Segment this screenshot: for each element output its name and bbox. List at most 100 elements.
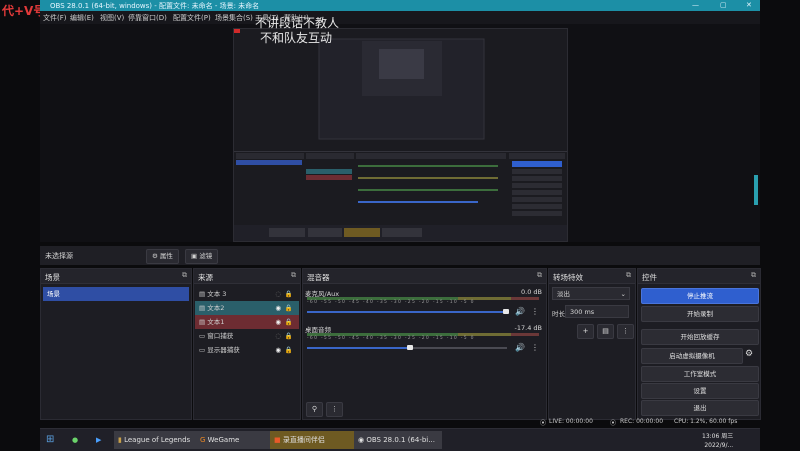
properties-button[interactable]: ⚙ 属性 (146, 249, 179, 264)
mic-volume-knob[interactable] (503, 309, 509, 314)
stop-streaming-button[interactable]: 停止推流 (641, 288, 759, 304)
gear-icon: ⚙ (152, 252, 160, 260)
eye-icon[interactable]: ◉ (275, 315, 281, 329)
desktop-volume-slider[interactable] (307, 347, 411, 349)
undock-icon[interactable]: ⧉ (291, 271, 296, 280)
chevron-down-icon: ⌄ (620, 290, 626, 298)
taskbar-live-assistant[interactable]: ■ 录直播间伴侣 (270, 431, 358, 449)
filters-label: 滤镜 (199, 252, 213, 260)
filters-button[interactable]: ▣ 滤镜 (185, 249, 219, 264)
sources-dock: 来源 ⧉ ▤ 文本 3 ◌ 🔒 ▤ 文本2 ◉ 🔒 ▤ 文本1 ◉ 🔒 ▭ 窗口捕获 ◌ 🔒 ▭ … (193, 268, 301, 420)
clock-date: 2022/9/... (704, 442, 734, 449)
scene-item[interactable]: 场景 (43, 287, 189, 301)
mixer-menu-button[interactable]: ⋮ (326, 402, 343, 417)
window-titlebar: OBS 28.0.1 (64-bit, windows) - 配置文件: 未命名… (40, 0, 760, 11)
source-item[interactable]: ▤ 文本 3 ◌ 🔒 (195, 287, 299, 301)
settings-button[interactable]: 设置 (641, 383, 759, 399)
monitor-icon: ▭ (199, 346, 208, 354)
taskbar-wegame[interactable]: G WeGame (196, 431, 274, 449)
app-icon[interactable]: ▶ (92, 431, 105, 449)
rec-time: REC: 00:00:00 (620, 418, 664, 425)
exit-button[interactable]: 退出 (641, 400, 759, 416)
start-replay-buffer-button[interactable]: 开始回放缓存 (641, 329, 759, 345)
scenes-title: 场景 (45, 273, 60, 282)
source-label: 显示器捕获 (207, 346, 240, 354)
maximize-button[interactable]: ▢ (720, 1, 727, 9)
eye-hidden-icon[interactable]: ◌ (275, 329, 281, 343)
speaker-icon[interactable]: 🔊 (515, 343, 525, 352)
more-icon[interactable]: ⋮ (531, 307, 539, 316)
taskbar-label: WeGame (207, 436, 240, 444)
source-label: 文本 3 (207, 290, 227, 298)
lock-icon[interactable]: 🔒 (285, 329, 293, 343)
menu-view[interactable]: 视图(V) (100, 13, 124, 23)
eye-icon[interactable]: ◉ (275, 343, 281, 357)
duration-input[interactable]: 300 ms (565, 305, 629, 318)
lock-icon[interactable]: 🔒 (285, 287, 293, 301)
preview-canvas[interactable] (233, 28, 568, 242)
duration-label: 时长 (552, 310, 565, 318)
taskbar-label: League of Legends (124, 436, 191, 444)
start-recording-button[interactable]: 开始录制 (641, 306, 759, 322)
lock-icon[interactable]: 🔒 (285, 315, 293, 329)
menu-scene-collection[interactable]: 场景集合(S) (215, 13, 253, 23)
desktop-volume-knob[interactable] (407, 345, 413, 350)
undock-icon[interactable]: ⧉ (626, 271, 631, 280)
undock-icon[interactable]: ⧉ (182, 271, 187, 280)
menu-dock[interactable]: 停靠窗口(D) (128, 13, 167, 23)
mixer-title: 混音器 (307, 273, 330, 282)
source-item[interactable]: ▭ 显示器捕获 ◉ 🔒 (195, 343, 299, 357)
menu-bar: 文件(F) 编辑(E) 视图(V) 停靠窗口(D) 配置文件(P) 场景集合(S… (40, 11, 760, 24)
studio-mode-button[interactable]: 工作室模式 (641, 366, 759, 382)
overlay-text-line-2[interactable]: 不和队友互动 (260, 29, 332, 46)
source-item[interactable]: ▤ 文本1 ◉ 🔒 (195, 315, 299, 329)
properties-icon[interactable]: ▤ (597, 324, 614, 339)
app-icon[interactable]: ● (68, 431, 82, 449)
desktop-meter-ticks: -60 -55 -50 -45 -40 -35 -30 -25 -20 -15 … (307, 336, 475, 341)
controls-title: 控件 (642, 273, 657, 282)
mic-channel-db: 0.0 dB (521, 288, 542, 296)
menu-edit[interactable]: 编辑(E) (70, 13, 94, 23)
filter-icon: ▣ (191, 252, 200, 260)
clock-time: 13:06 周三 (702, 433, 734, 440)
start-virtual-camera-button[interactable]: 启动虚拟摄像机 (641, 348, 743, 364)
menu-file[interactable]: 文件(F) (43, 13, 67, 23)
lock-icon[interactable]: 🔒 (285, 301, 293, 315)
undock-icon[interactable]: ⧉ (751, 271, 756, 280)
link-icon[interactable]: ⚲ (306, 402, 323, 417)
mic-volume-slider[interactable] (307, 311, 507, 313)
sources-title: 来源 (198, 273, 213, 282)
add-icon[interactable]: + (577, 324, 594, 339)
undock-icon[interactable]: ⧉ (537, 271, 542, 280)
transition-menu-button[interactable]: ⋮ (617, 324, 634, 339)
windows-start-icon[interactable]: ⊞ (42, 431, 58, 449)
preview-scrollbar[interactable] (754, 175, 758, 205)
text-icon: ▤ (199, 304, 208, 312)
close-button[interactable]: ✕ (746, 1, 752, 9)
clock[interactable]: 13:06 周三 2022/9/... (698, 432, 737, 450)
more-icon[interactable]: ⋮ (531, 343, 539, 352)
menu-profile[interactable]: 配置文件(P) (173, 13, 211, 23)
minimize-button[interactable]: — (692, 1, 699, 9)
desktop-volume-track[interactable] (411, 347, 507, 349)
transition-select[interactable]: 淡出 ⌄ (552, 287, 630, 300)
taskbar-lol[interactable]: ▮ League of Legends (114, 431, 200, 449)
source-label: 文本1 (207, 318, 225, 326)
taskbar-obs[interactable]: ◉ OBS 28.0.1 (64-bi... (354, 431, 442, 449)
nested-preview-graphic (234, 29, 567, 241)
windows-taskbar: ⊞ ● ▶ ▮ League of Legends G WeGame ■ 录直播… (40, 428, 760, 451)
source-label: 文本2 (207, 304, 225, 312)
mic-meter-ticks: -60 -55 -50 -45 -40 -35 -30 -25 -20 -15 … (307, 300, 475, 305)
duration-value: 300 ms (570, 308, 595, 316)
gear-icon[interactable]: ⚙ (745, 349, 753, 359)
text-icon: ▤ (199, 318, 208, 326)
source-item[interactable]: ▭ 窗口捕获 ◌ 🔒 (195, 329, 299, 343)
source-item[interactable]: ▤ 文本2 ◉ 🔒 (195, 301, 299, 315)
eye-icon[interactable]: ◉ (275, 301, 281, 315)
speaker-icon[interactable]: 🔊 (515, 307, 525, 316)
eye-hidden-icon[interactable]: ◌ (275, 287, 281, 301)
selection-handle[interactable] (234, 29, 240, 33)
live-app-icon: ■ (274, 436, 283, 444)
lock-icon[interactable]: 🔒 (285, 343, 293, 357)
transition-selected-label: 淡出 (557, 290, 570, 298)
